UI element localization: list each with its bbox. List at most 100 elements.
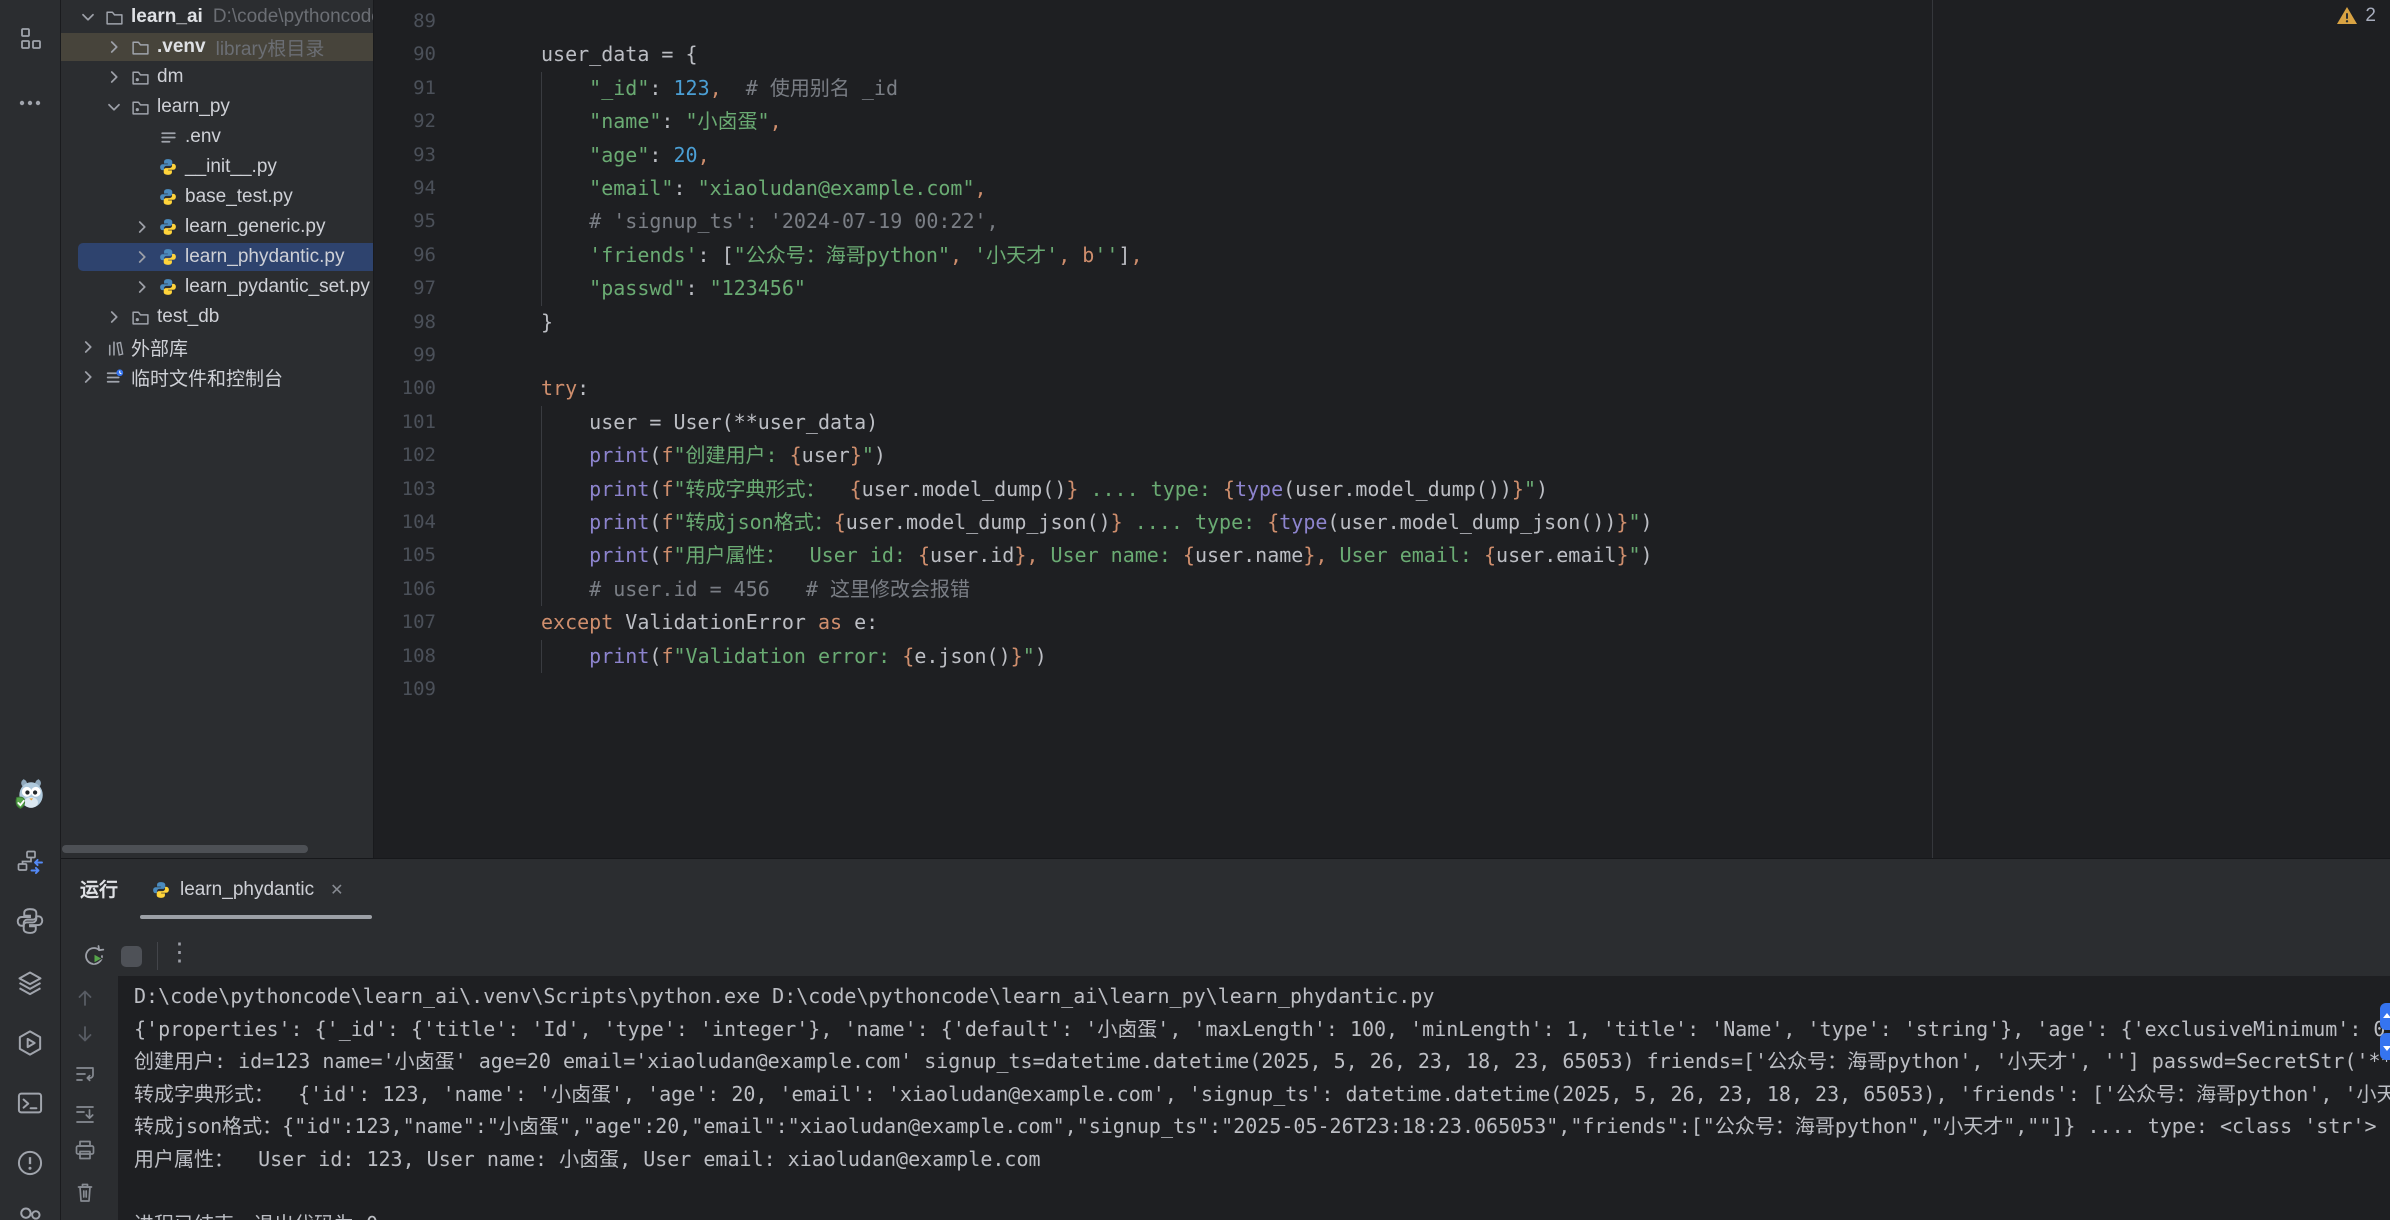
console-gutter (61, 976, 118, 1220)
code-text: print(f"转成字典形式： {user.model_dump()} ....… (541, 473, 1548, 506)
structure-icon[interactable] (13, 846, 47, 880)
project-horizontal-scrollbar[interactable] (62, 845, 308, 853)
rerun-button[interactable] (81, 943, 107, 969)
more-tool-windows-icon[interactable] (13, 86, 47, 120)
python-packages-icon[interactable] (13, 904, 47, 938)
tree-row-___[interactable]: 外部库 (61, 332, 374, 362)
tree-item-label: .venv (157, 36, 206, 58)
chevron-right-icon[interactable] (101, 37, 127, 57)
code-text: "age": 20, (541, 139, 710, 172)
code-text: print(f"Validation error: {e.json()}") (541, 640, 1047, 673)
code-text: try: (541, 372, 589, 405)
users-icon[interactable] (13, 1202, 47, 1220)
run-panel-title: 运行 (80, 875, 118, 902)
services-icon[interactable] (13, 966, 47, 1000)
code-text: # user.id = 456 # 这里修改会报错 (541, 573, 970, 606)
wrap-guide (1932, 0, 1933, 858)
tree-row-learn_ai[interactable]: learn_ai D:\code\pythoncode (61, 2, 374, 32)
chevron-right-icon[interactable] (129, 247, 155, 267)
more-options-icon[interactable]: ⋮ (167, 937, 192, 967)
warning-count: 2 (2365, 5, 2376, 27)
tree-row-dm[interactable]: dm (61, 62, 374, 92)
scroll-marker-down[interactable] (2380, 1033, 2390, 1060)
code-editor[interactable]: 8990user_data = {91 "_id": 123, # 使用别名 _… (374, 0, 2390, 858)
line-number: 108 (376, 640, 436, 673)
line-number: 89 (376, 5, 436, 38)
chevron-down-icon[interactable] (75, 7, 101, 27)
run-tool-window: 运行 learn_phydantic ✕ ⋮ (61, 858, 2390, 1220)
print-icon[interactable] (73, 1138, 97, 1162)
code-text: "passwd": "123456" (541, 272, 806, 305)
clear-console-icon[interactable] (73, 1180, 97, 1204)
tree-item-label: learn_py (157, 96, 230, 118)
tree-row-base_test.py[interactable]: base_test.py (61, 182, 374, 212)
pycharm-window: learn_ai D:\code\pythoncode .venv library根目… (0, 0, 2390, 1220)
console-line-6: 用户属性： User id: 123, User name: 小卤蛋, User… (134, 1143, 1041, 1175)
project-structure-icon[interactable] (13, 22, 47, 56)
python-file-icon (155, 248, 181, 266)
tree-item-hint: D:\code\pythoncode (213, 6, 374, 28)
tree-row-learn_phydantic.py[interactable]: learn_phydantic.py (61, 242, 374, 272)
problems-icon[interactable] (13, 1146, 47, 1180)
run-toolbar: ⋮ (61, 919, 2390, 976)
chevron-right-icon[interactable] (75, 337, 101, 357)
tree-row-learn_pydantic_set.py[interactable]: learn_pydantic_set.py (61, 272, 374, 302)
inspection-widget[interactable]: 2 (2336, 5, 2376, 27)
tree-item-label: learn_ai (131, 6, 203, 28)
line-number: 99 (376, 339, 436, 372)
ai-mascot-icon[interactable] (13, 778, 47, 812)
line-number: 94 (376, 172, 436, 205)
tree-item-label: __init__.py (185, 156, 277, 178)
close-icon[interactable]: ✕ (330, 880, 343, 900)
chevron-right-icon[interactable] (101, 307, 127, 327)
stop-button[interactable] (121, 946, 142, 967)
tree-item-label: .env (185, 126, 221, 148)
line-number: 104 (376, 506, 436, 539)
run-console[interactable]: D:\code\pythoncode\learn_ai\.venv\Script… (61, 976, 2390, 1220)
console-line-8: 进程已结束，退出代码为 0 (134, 1208, 378, 1220)
chevron-right-icon[interactable] (129, 217, 155, 237)
tree-item-hint: library根目录 (216, 34, 325, 61)
console-line-3: 创建用户: id=123 name='小卤蛋' age=20 email='xi… (134, 1045, 2390, 1077)
tree-row-test_db[interactable]: test_db (61, 302, 374, 332)
code-text: user_data = { (541, 38, 698, 71)
line-number: 107 (376, 606, 436, 639)
chevron-down-icon[interactable] (101, 97, 127, 117)
run-tab[interactable]: learn_phydantic ✕ (140, 867, 356, 913)
tree-item-label: test_db (157, 306, 219, 328)
line-number: 105 (376, 539, 436, 572)
console-line-5: 转成json格式：{"id":123,"name":"小卤蛋","age":20… (134, 1110, 2376, 1142)
tree-item-label: base_test.py (185, 186, 293, 208)
line-number: 100 (376, 372, 436, 405)
line-number: 90 (376, 38, 436, 71)
chevron-right-icon[interactable] (129, 277, 155, 297)
external-libraries-icon (101, 338, 127, 357)
chevron-right-icon[interactable] (101, 67, 127, 87)
tree-row-__init__.py[interactable]: __init__.py (61, 152, 374, 182)
tree-row-.venv[interactable]: .venv library根目录 (61, 32, 374, 62)
folder-icon (127, 38, 153, 57)
tree-row-learn_generic.py[interactable]: learn_generic.py (61, 212, 374, 242)
console-line-4: 转成字典形式： {'id': 123, 'name': '小卤蛋', 'age'… (134, 1078, 2390, 1110)
code-text: print(f"转成json格式：{user.model_dump_json()… (541, 506, 1653, 539)
code-text: "name": "小卤蛋", (541, 105, 782, 138)
terminal-icon[interactable] (13, 1086, 47, 1120)
python-file-icon (155, 188, 181, 206)
tree-item-label: learn_generic.py (185, 216, 325, 238)
scroll-marker-up[interactable] (2380, 1003, 2390, 1030)
line-number: 95 (376, 205, 436, 238)
tree-row-________[interactable]: 临时文件和控制台 (61, 362, 374, 392)
tree-row-.env[interactable]: .env (61, 122, 374, 152)
warning-icon (2336, 6, 2358, 26)
tree-row-learn_py[interactable]: learn_py (61, 92, 374, 122)
chevron-right-icon[interactable] (75, 367, 101, 387)
tree-item-label: 临时文件和控制台 (131, 364, 283, 391)
soft-wrap-icon[interactable] (73, 1062, 97, 1086)
tree-item-label: 外部库 (131, 334, 188, 361)
python-file-icon (155, 218, 181, 236)
source-folder-icon (127, 308, 153, 327)
down-arrow-icon[interactable] (73, 1022, 97, 1046)
up-arrow-icon[interactable] (73, 986, 97, 1010)
run-icon[interactable] (13, 1026, 47, 1060)
scroll-to-end-icon[interactable] (73, 1102, 97, 1126)
